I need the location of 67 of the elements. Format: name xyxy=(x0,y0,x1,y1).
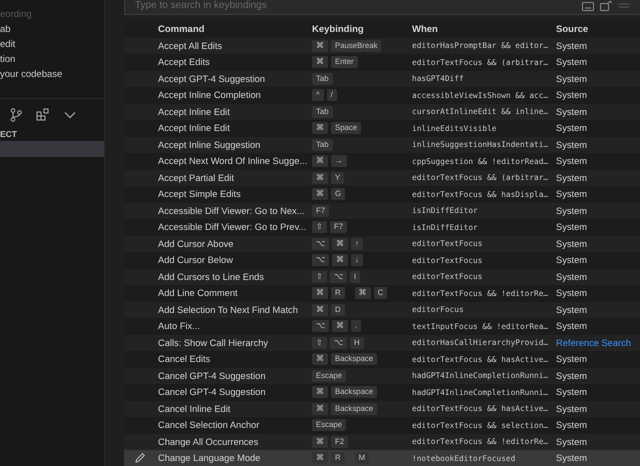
source-cell: System xyxy=(556,189,587,200)
branch-icon[interactable] xyxy=(10,108,22,122)
search-field[interactable]: Type to search in keybindings xyxy=(124,0,640,15)
command-cell-text: Auto Fix... xyxy=(158,321,201,332)
sidebar-item[interactable]: your codebase xyxy=(0,67,62,82)
source-cell: System xyxy=(556,106,587,117)
edit-icon[interactable] xyxy=(135,453,145,464)
command-cell-text: Accept Inline Completion xyxy=(158,90,262,100)
source-cell: System xyxy=(556,255,587,266)
source-cell: System xyxy=(556,404,587,414)
source-cell: System xyxy=(556,40,587,51)
source-cell: System xyxy=(556,90,587,100)
chevron-down-icon[interactable] xyxy=(64,111,76,119)
command-cell-text: Accept Partial Edit xyxy=(158,172,235,183)
command-cell-text: Add Cursors to Line Ends xyxy=(158,272,265,282)
command-cell-text: Change All Occurrences xyxy=(158,436,260,447)
source-cell: System xyxy=(556,172,587,183)
command-cell-text: Change Language Mode xyxy=(158,453,262,464)
sidebar-item[interactable]: tion xyxy=(0,52,16,67)
command-cell-text: Cancel Inline Edit xyxy=(158,404,232,414)
command-cell-text: Accept Inline Edit xyxy=(158,123,231,134)
column-header[interactable]: When xyxy=(412,24,556,35)
sidebar-item[interactable]: edit xyxy=(0,37,16,52)
command-cell-text: Add Cursor Below xyxy=(158,255,234,266)
command-cell-text: Add Cursor Above xyxy=(158,238,234,249)
command-cell-text: Accept Inline Edit xyxy=(158,106,231,117)
command-cell-text: Accessible Diff Viewer: Go to Prev... xyxy=(158,222,308,232)
command-cell-text: Cancel GPT-4 Suggestion xyxy=(158,370,266,381)
source-cell: System xyxy=(556,222,587,232)
command-cell-text: Calls: Show Call Hierarchy xyxy=(158,338,270,348)
command-cell-text: Add Line Comment xyxy=(158,288,239,298)
source-cell: System xyxy=(556,453,587,464)
sidebar-item[interactable]: ab xyxy=(0,22,11,37)
column-header[interactable]: Keybinding xyxy=(312,24,412,35)
source-cell: System xyxy=(556,288,587,298)
source-link[interactable]: Reference Search xyxy=(556,338,631,348)
source-cell: System xyxy=(556,156,587,166)
command-cell-text: Accept Edits xyxy=(158,57,211,68)
source-cell: System xyxy=(556,57,587,68)
command-cell-text: Cancel Selection Anchor xyxy=(158,420,260,430)
source-cell: System xyxy=(556,238,587,249)
command-cell-text: Accept GPT-4 Suggestion xyxy=(158,74,266,84)
keyboard-icon[interactable] xyxy=(582,2,594,10)
source-cell: System xyxy=(556,321,587,332)
command-cell-text: Add Selection To Next Find Match xyxy=(158,304,299,315)
source-cell: System xyxy=(556,206,587,216)
command-cell-text: Cancel Edits xyxy=(158,354,212,364)
section-title: ECT xyxy=(0,128,17,140)
source-cell: System xyxy=(556,387,587,398)
source-cell: System xyxy=(556,436,587,447)
source-cell: System xyxy=(556,304,587,315)
command-cell-text: Accept Simple Edits xyxy=(158,189,242,200)
source-cell: System xyxy=(556,123,587,134)
command-cell-text: Cancel GPT-4 Suggestion xyxy=(158,387,266,398)
command-cell-text: Accessible Diff Viewer: Go to Nex... xyxy=(158,206,306,216)
command-cell-text: Accept All Edits xyxy=(158,40,224,51)
command-cell-text: Accept Inline Suggestion xyxy=(158,140,262,150)
source-cell: System xyxy=(556,272,587,282)
column-header[interactable]: Command xyxy=(158,24,312,35)
source-cell: System xyxy=(556,74,587,84)
source-cell: System xyxy=(556,370,587,381)
source-cell: System xyxy=(556,420,587,430)
column-header[interactable]: Source xyxy=(556,24,588,35)
source-cell: System xyxy=(556,354,587,364)
command-cell-text: Accept Next Word Of Inline Sugge... xyxy=(158,156,308,166)
extensions-icon[interactable] xyxy=(36,108,50,122)
source-cell: System xyxy=(556,140,587,150)
